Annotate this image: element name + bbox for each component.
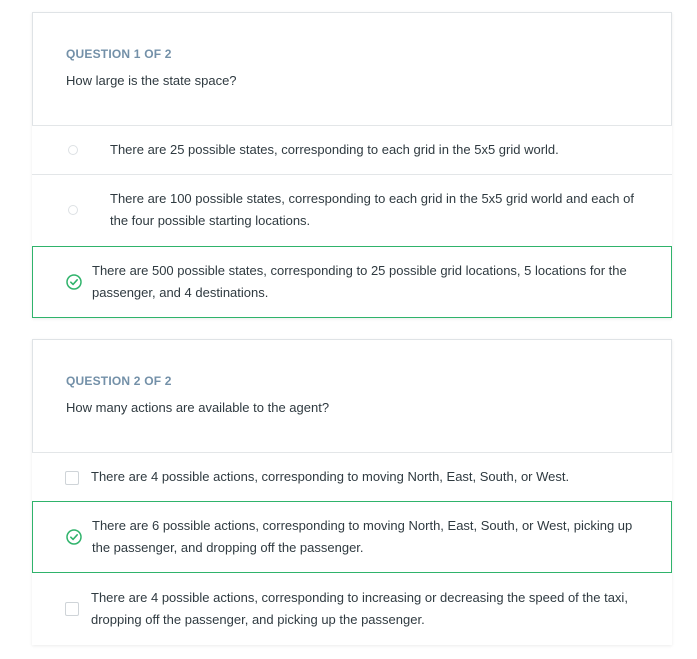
answer-option-1[interactable]: There are 4 possible actions, correspond… [32, 452, 672, 501]
answer-option-2-correct[interactable]: There are 6 possible actions, correspond… [32, 501, 672, 573]
question-number: QUESTION 1 OF 2 [66, 47, 172, 61]
question-text: How many actions are available to the ag… [66, 400, 330, 415]
answer-option-label: There are 500 possible states, correspon… [92, 263, 627, 300]
answer-option-label: There are 4 possible actions, correspond… [91, 469, 570, 484]
question-card-1: QUESTION 1 OF 2 How large is the state s… [32, 12, 672, 318]
answer-option-label: There are 25 possible states, correspond… [110, 142, 559, 157]
answer-option-3-correct[interactable]: There are 500 possible states, correspon… [32, 246, 672, 318]
radio-icon[interactable] [68, 145, 78, 155]
answer-option-label: There are 6 possible actions, correspond… [92, 518, 633, 555]
answer-option-3[interactable]: There are 4 possible actions, correspond… [32, 573, 672, 645]
answer-option-1[interactable]: There are 25 possible states, correspond… [32, 125, 672, 174]
question-number: QUESTION 2 OF 2 [66, 374, 172, 388]
question-card-2: QUESTION 2 OF 2 How many actions are ava… [32, 339, 672, 645]
check-circle-icon [66, 274, 82, 290]
check-circle-icon [66, 529, 82, 545]
answer-option-2[interactable]: There are 100 possible states, correspon… [32, 174, 672, 246]
answer-option-label: There are 4 possible actions, correspond… [91, 590, 628, 627]
checkbox-icon[interactable] [65, 471, 79, 485]
radio-icon[interactable] [68, 205, 78, 215]
question-text: How large is the state space? [66, 73, 237, 88]
answer-option-label: There are 100 possible states, correspon… [110, 191, 634, 228]
checkbox-icon[interactable] [65, 602, 79, 616]
